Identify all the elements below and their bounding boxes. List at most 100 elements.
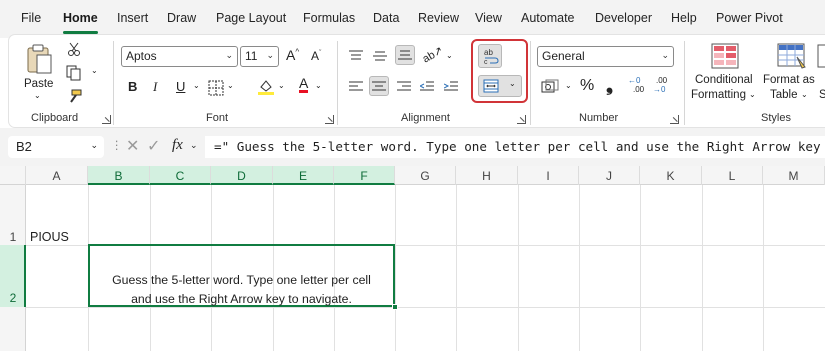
merge-center-icon [483,79,499,93]
cell-b2-line-1: Guess the 5-letter word. Type one letter… [112,273,371,287]
name-box[interactable]: B2 ⌄ [8,136,104,158]
column-header-c[interactable]: C [150,166,211,185]
cut-icon[interactable] [67,42,81,56]
font-name-value: Aptos [126,49,157,63]
fill-color-icon[interactable] [257,78,275,96]
align-center-button[interactable] [369,76,389,96]
name-box-value: B2 [16,139,32,154]
column-header-d[interactable]: D [211,166,273,185]
font-size-combo[interactable]: 11 ⌄ [240,46,279,67]
format-painter-icon[interactable] [66,89,82,103]
tab-developer[interactable]: Developer [595,11,652,25]
number-format-value: General [542,49,585,63]
number-dialog-launcher-icon[interactable] [670,115,679,124]
font-color-dropdown-icon[interactable]: ⌄ [315,81,322,90]
formula-bar: B2 ⌄ ⋮ ✕ ✓ fx ⌄ =" Guess the 5-letter wo… [0,128,825,166]
chevron-down-icon[interactable]: ⌄ [190,140,198,151]
chevron-down-icon: ⌄ [749,90,756,99]
align-middle-icon[interactable] [373,50,387,62]
column-header-l[interactable]: L [702,166,763,185]
tab-home[interactable]: Home [63,11,98,25]
svg-text:c: c [484,59,488,65]
tab-draw[interactable]: Draw [167,11,196,25]
underline-button[interactable]: U [176,79,185,94]
increase-indent-icon[interactable] [444,81,458,93]
alignment-dialog-launcher-icon[interactable] [517,115,526,124]
increase-font-size-button[interactable]: A^ [286,47,299,63]
align-right-icon[interactable] [397,81,411,93]
bold-button[interactable]: B [128,79,137,94]
italic-button[interactable]: I [153,79,157,95]
cell-styles-label-clipped[interactable]: S [819,89,825,101]
column-header-g[interactable]: G [395,166,456,185]
wrap-text-button[interactable]: ab c [478,44,502,68]
borders-icon[interactable] [208,80,224,96]
copy-icon[interactable] [65,65,83,81]
tab-view[interactable]: View [475,11,502,25]
decrease-decimal-button[interactable]: .00 →0 [653,76,675,98]
number-group-label: Number [579,112,619,124]
enter-check-icon[interactable]: ✓ [147,136,160,156]
cancel-icon[interactable]: ✕ [126,136,139,156]
align-center-icon [372,81,386,91]
format-as-table-label-2: Table [770,89,798,101]
column-header-j[interactable]: J [579,166,640,185]
paste-dropdown-icon[interactable]: ⌄ [34,91,41,100]
borders-dropdown-icon[interactable]: ⌄ [227,81,234,90]
chevron-down-icon: ⌄ [225,50,233,60]
column-header-b[interactable]: B [88,166,150,185]
align-top-icon[interactable] [349,50,363,62]
tab-help[interactable]: Help [671,11,697,25]
cell-a1[interactable]: PIOUS [30,230,69,244]
align-left-icon[interactable] [349,81,363,93]
merge-center-button[interactable]: ⌄ [478,75,522,97]
tab-power-pivot[interactable]: Power Pivot [716,11,783,25]
font-color-button[interactable]: A [299,76,309,93]
paste-button[interactable]: Paste ⌄ [21,41,57,101]
decrease-font-size-button[interactable]: Aˇ [311,49,321,63]
column-header-e[interactable]: E [273,166,334,185]
format-as-table-button[interactable]: Format as Table ⌄ [761,41,821,105]
orientation-dropdown-icon[interactable]: ⌄ [446,51,453,60]
conditional-formatting-button[interactable]: Conditional Formatting ⌄ [689,41,759,105]
font-name-combo[interactable]: Aptos ⌄ [121,46,238,67]
tab-automate[interactable]: Automate [521,11,575,25]
row-header-1[interactable]: 1 [0,230,26,244]
decrease-indent-icon[interactable] [420,81,434,93]
tab-formulas[interactable]: Formulas [303,11,355,25]
tab-review[interactable]: Review [418,11,459,25]
orientation-icon[interactable]: ab↗ [420,44,446,65]
underline-dropdown-icon[interactable]: ⌄ [193,81,200,90]
clipboard-dialog-launcher-icon[interactable] [102,115,111,124]
row-header-2[interactable]: 2 [0,291,26,305]
copy-dropdown-icon[interactable]: ⌄ [91,66,98,75]
font-dialog-launcher-icon[interactable] [325,115,334,124]
select-all-corner[interactable] [0,166,26,185]
number-format-combo[interactable]: General ⌄ [537,46,674,67]
comma-style-button[interactable]: ❟ [606,75,613,96]
styles-group-label: Styles [761,112,791,124]
column-header-k[interactable]: K [640,166,702,185]
accounting-dropdown-icon[interactable]: ⌄ [565,81,572,90]
increase-decimal-button[interactable]: ←0 .00 [628,76,650,98]
font-group-label: Font [206,112,229,124]
tab-insert[interactable]: Insert [117,11,148,25]
percent-style-button[interactable]: % [580,77,594,95]
insert-function-button[interactable]: fx [172,137,183,154]
column-header-i[interactable]: I [518,166,579,185]
tab-page-layout[interactable]: Page Layout [216,11,286,25]
tab-data[interactable]: Data [373,11,399,25]
worksheet-grid: A B C D E F G H I J K L M 1 2 PIOUS Gues… [0,166,825,351]
column-header-h[interactable]: H [456,166,518,185]
align-bottom-button[interactable] [395,45,415,65]
column-header-f[interactable]: F [334,166,395,185]
tab-file[interactable]: File [21,11,41,25]
chevron-down-icon: ⌄ [661,50,669,60]
column-header-m[interactable]: M [763,166,825,185]
column-header-row: A B C D E F G H I J K L M [0,166,825,185]
fill-color-dropdown-icon[interactable]: ⌄ [278,81,285,90]
merge-dropdown-icon[interactable]: ⌄ [509,79,516,88]
accounting-format-icon[interactable] [541,79,559,95]
column-header-a[interactable]: A [26,166,88,185]
cell-styles-icon[interactable] [817,43,825,69]
